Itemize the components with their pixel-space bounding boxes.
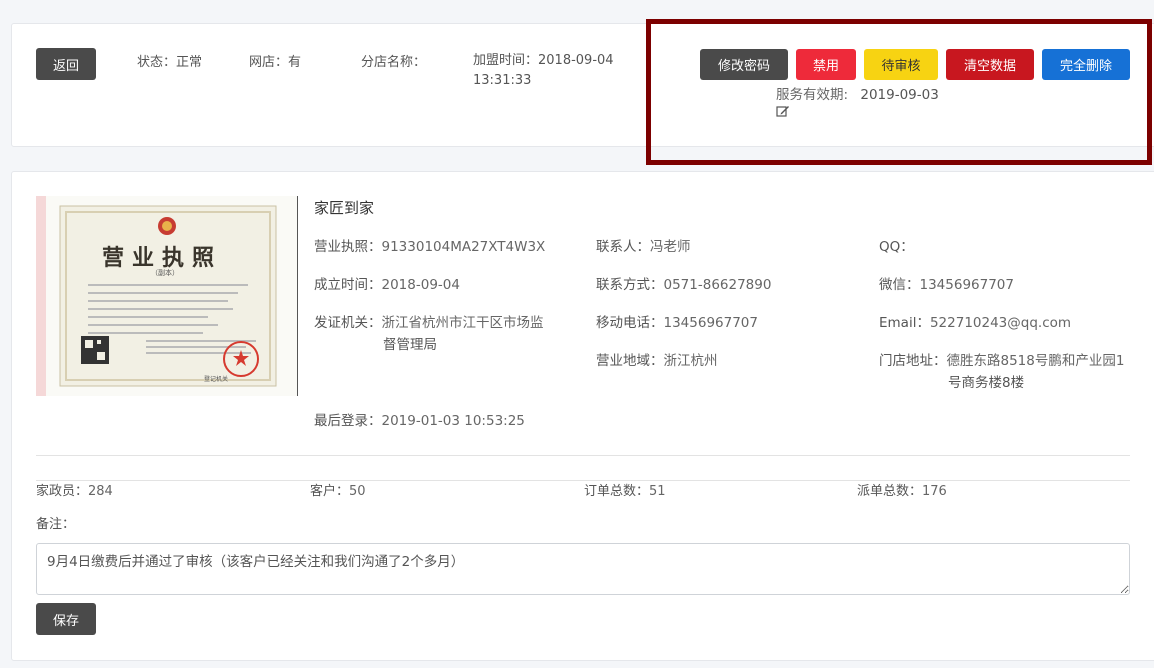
wechat-value: 13456967707 — [919, 277, 1014, 293]
address-value-line1: 德胜东路8518号鹏和产业园1 — [946, 353, 1125, 369]
order-count-value: 51 — [649, 484, 666, 499]
mobile-field: 移动电话：13456967707 — [596, 312, 758, 334]
staff-count-value: 284 — [88, 484, 113, 499]
license-number-field: 营业执照：91330104MA27XT4W3X — [314, 236, 545, 258]
contact-value: 冯老师 — [650, 239, 691, 255]
notes-textarea[interactable]: 9月4日缴费后并通过了审核（该客户已经关注和我们沟通了2个多月） — [36, 543, 1130, 595]
edit-icon[interactable] — [776, 104, 790, 122]
shop-value: 有 — [288, 55, 302, 70]
founded-field: 成立时间：2018-09-04 — [314, 274, 460, 296]
join-label: 加盟时间： — [473, 53, 539, 68]
last-login-label: 最后登录： — [314, 413, 382, 429]
contact-label: 联系人： — [596, 239, 650, 255]
region-label: 营业地域： — [596, 353, 664, 369]
email-label: Email： — [879, 315, 930, 331]
branch-field: 分店名称： — [361, 51, 426, 70]
customer-count-field: 客户：50 — [310, 481, 366, 503]
contact-field: 联系人：冯老师 — [596, 236, 691, 258]
qq-field: QQ： — [879, 236, 914, 258]
license-number-label: 营业执照： — [314, 239, 382, 255]
address-value-line2: 号商务楼8楼 — [948, 375, 1025, 391]
email-field: Email：522710243@qq.com — [879, 312, 1071, 334]
change-password-button[interactable]: 修改密码 — [700, 49, 788, 80]
shop-field: 网店：有 — [249, 51, 301, 70]
mobile-value: 13456967707 — [663, 315, 758, 331]
mobile-label: 移动电话： — [596, 315, 664, 331]
last-login-value: 2019-01-03 10:53:25 — [381, 413, 525, 429]
founded-value: 2018-09-04 — [381, 277, 460, 293]
wechat-field: 微信：13456967707 — [879, 274, 1014, 296]
address-field: 门店地址：德胜东路8518号鹏和产业园1 — [879, 350, 1124, 372]
status-label: 状态： — [137, 55, 177, 70]
shop-label: 网店： — [249, 55, 289, 70]
join-date: 2018-09-04 — [538, 53, 614, 68]
phone-value: 0571-86627890 — [663, 277, 772, 293]
wechat-label: 微信： — [879, 277, 920, 293]
section-divider — [36, 455, 1130, 456]
phone-field: 联系方式：0571-86627890 — [596, 274, 771, 296]
save-button[interactable]: 保存 — [36, 603, 96, 635]
join-time-field: 加盟时间：2018-09-04 13:31:33 — [473, 51, 614, 91]
qq-label: QQ： — [879, 239, 914, 255]
business-license-image[interactable]: 营业执照 （副本） 登记机关 — [36, 196, 298, 396]
back-button[interactable]: 返回 — [36, 48, 96, 80]
join-time: 13:31:33 — [473, 73, 532, 88]
delete-all-button[interactable]: 完全删除 — [1042, 49, 1130, 80]
license-seal-text: 登记机关 — [204, 376, 229, 383]
dispatch-count-field: 派单总数：176 — [857, 481, 947, 503]
issuer-value-line1: 浙江省杭州市江干区市场监 — [381, 315, 544, 331]
issuer-value-line2: 督管理局 — [383, 337, 437, 353]
clear-data-button[interactable]: 清空数据 — [946, 49, 1034, 80]
service-valid-field: 服务有效期: 2019-09-03 — [776, 83, 939, 103]
issuer-label: 发证机关： — [314, 315, 382, 331]
license-subtitle: （副本） — [151, 269, 179, 277]
license-number-value: 91330104MA27XT4W3X — [381, 239, 546, 255]
customer-count-value: 50 — [349, 484, 366, 499]
region-value: 浙江杭州 — [663, 353, 718, 369]
service-valid-label: 服务有效期: — [776, 87, 849, 103]
stats-divider — [36, 480, 1130, 481]
region-field: 营业地域：浙江杭州 — [596, 350, 718, 372]
status-value: 正常 — [176, 55, 203, 70]
order-count-label: 订单总数： — [584, 484, 650, 499]
company-name: 家匠到家 — [314, 199, 375, 217]
last-login-field: 最后登录：2019-01-03 10:53:25 — [314, 410, 525, 432]
disable-button[interactable]: 禁用 — [796, 49, 856, 80]
branch-label: 分店名称： — [361, 55, 427, 70]
status-field: 状态：正常 — [137, 51, 202, 70]
issuer-field: 发证机关：浙江省杭州市江干区市场监 — [314, 312, 544, 334]
order-count-field: 订单总数：51 — [584, 481, 666, 503]
phone-label: 联系方式： — [596, 277, 664, 293]
dispatch-count-value: 176 — [922, 484, 947, 499]
staff-count-field: 家政员：284 — [36, 481, 113, 503]
dispatch-count-label: 派单总数： — [857, 484, 923, 499]
address-label: 门店地址： — [879, 353, 947, 369]
vertical-divider — [297, 196, 298, 396]
founded-label: 成立时间： — [314, 277, 382, 293]
service-valid-value: 2019-09-03 — [860, 87, 939, 103]
customer-count-label: 客户： — [310, 484, 350, 499]
pending-review-button[interactable]: 待审核 — [864, 49, 938, 80]
notes-label: 备注： — [36, 517, 76, 532]
email-value: 522710243@qq.com — [929, 315, 1072, 331]
staff-count-label: 家政员： — [36, 484, 89, 499]
